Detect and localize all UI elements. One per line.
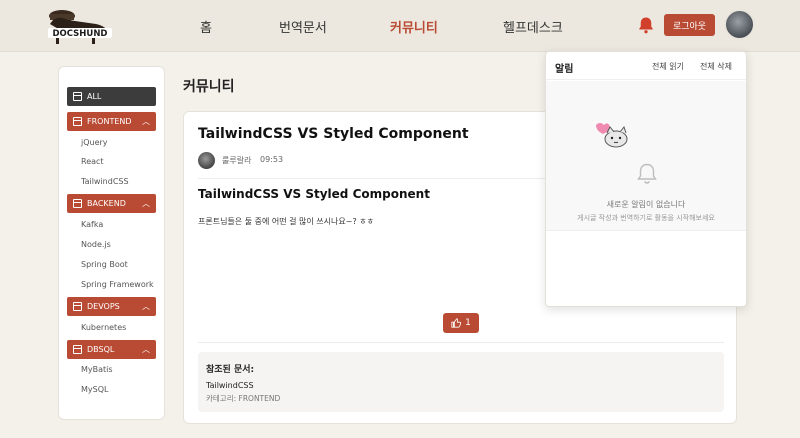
referenced-docs-title: 참조된 문서:	[206, 365, 255, 375]
category-all-label: ALL	[87, 92, 102, 101]
subcategory-spring-boot[interactable]: Spring Boot	[81, 260, 128, 269]
bell-outline-icon	[637, 163, 657, 184]
subcategory-nodejs[interactable]: Node.js	[81, 240, 111, 249]
divider	[198, 342, 724, 343]
subcategory-kubernetes[interactable]: Kubernetes	[81, 323, 126, 332]
chevron-up-icon: ︿	[142, 345, 150, 354]
category-frontend[interactable]: FRONTEND ︿	[67, 112, 156, 131]
post-time: 09:53	[260, 155, 284, 164]
post-title: TailwindCSS VS Styled Component	[198, 126, 469, 142]
chevron-up-icon: ︿	[142, 117, 150, 126]
category-label: DBSQL	[87, 345, 115, 354]
category-all[interactable]: ALL	[67, 87, 156, 106]
notification-empty-state: 새로운 알림이 없습니다 게시글 작성과 번역하기로 활동을 시작해보세요	[546, 81, 746, 231]
category-sidebar: ALL FRONTEND ︿ jQuery React TailwindCSS …	[58, 66, 165, 420]
table-icon	[73, 117, 82, 126]
logout-button[interactable]: 로그아웃	[664, 14, 715, 36]
subcategory-kafka[interactable]: Kafka	[81, 220, 103, 229]
category-devops[interactable]: DEVOPS ︿	[67, 297, 156, 316]
notification-bell-icon[interactable]	[637, 16, 655, 34]
notification-title: 알림	[555, 64, 574, 75]
docshund-logo[interactable]: DOCSHUND	[42, 4, 118, 48]
category-label: FRONTEND	[87, 117, 132, 126]
svg-text:DOCSHUND: DOCSHUND	[53, 29, 108, 39]
category-label: DEVOPS	[87, 302, 120, 311]
post-author[interactable]: 룰루랄라	[222, 155, 251, 166]
user-avatar[interactable]	[724, 9, 755, 40]
like-button[interactable]: 1	[443, 313, 479, 333]
like-count: 1	[465, 318, 471, 328]
delete-all-button[interactable]: 전체 삭제	[700, 61, 732, 72]
nav-helpdesk[interactable]: 헬프데스크	[503, 17, 563, 36]
subcategory-react[interactable]: React	[81, 157, 104, 166]
referenced-doc-category: 카테고리: FRONTEND	[206, 394, 281, 403]
table-icon	[73, 199, 82, 208]
post-content-heading: TailwindCSS VS Styled Component	[198, 187, 430, 201]
nav-home[interactable]: 홈	[200, 17, 212, 36]
empty-notification-subtitle: 게시글 작성과 번역하기로 활동을 시작해보세요	[577, 214, 715, 222]
read-all-button[interactable]: 전체 읽기	[652, 61, 684, 72]
category-dbsql[interactable]: DBSQL ︿	[67, 340, 156, 359]
top-header: DOCSHUND 홈 번역문서 커뮤니티 헬프데스크 로그아웃	[0, 0, 800, 52]
subcategory-mysql[interactable]: MySQL	[81, 385, 108, 394]
subcategory-mybatis[interactable]: MyBatis	[81, 365, 113, 374]
referenced-doc-link[interactable]: TailwindCSS	[206, 381, 254, 390]
page-title: 커뮤니티	[183, 79, 235, 95]
table-icon	[73, 302, 82, 311]
nav-translation-docs[interactable]: 번역문서	[279, 17, 327, 36]
empty-notification-title: 새로운 알림이 없습니다	[606, 200, 686, 209]
category-backend[interactable]: BACKEND ︿	[67, 194, 156, 213]
subcategory-tailwindcss[interactable]: TailwindCSS	[81, 177, 129, 186]
cat-mascot-icon	[596, 123, 628, 148]
post-content-text: 프론트님들은 둘 중에 어떤 걸 많이 쓰시나요~? ㅎㅎ	[198, 217, 374, 226]
table-icon	[73, 345, 82, 354]
nav-community[interactable]: 커뮤니티	[390, 17, 438, 36]
author-avatar[interactable]	[198, 152, 215, 169]
subcategory-jquery[interactable]: jQuery	[81, 138, 108, 147]
referenced-docs-box: 참조된 문서: TailwindCSS 카테고리: FRONTEND	[198, 352, 724, 412]
table-icon	[73, 92, 82, 101]
category-label: BACKEND	[87, 199, 126, 208]
notification-panel: 알림 전체 읽기 전체 삭제 새로운 알림이 없습니다 게시글 작성과 번역하기…	[545, 51, 747, 307]
thumbs-up-icon	[451, 318, 462, 328]
subcategory-spring-framework[interactable]: Spring Framework	[81, 280, 154, 289]
notification-header: 알림 전체 읽기 전체 삭제	[546, 52, 746, 80]
chevron-up-icon: ︿	[142, 199, 150, 208]
chevron-up-icon: ︿	[142, 302, 150, 311]
